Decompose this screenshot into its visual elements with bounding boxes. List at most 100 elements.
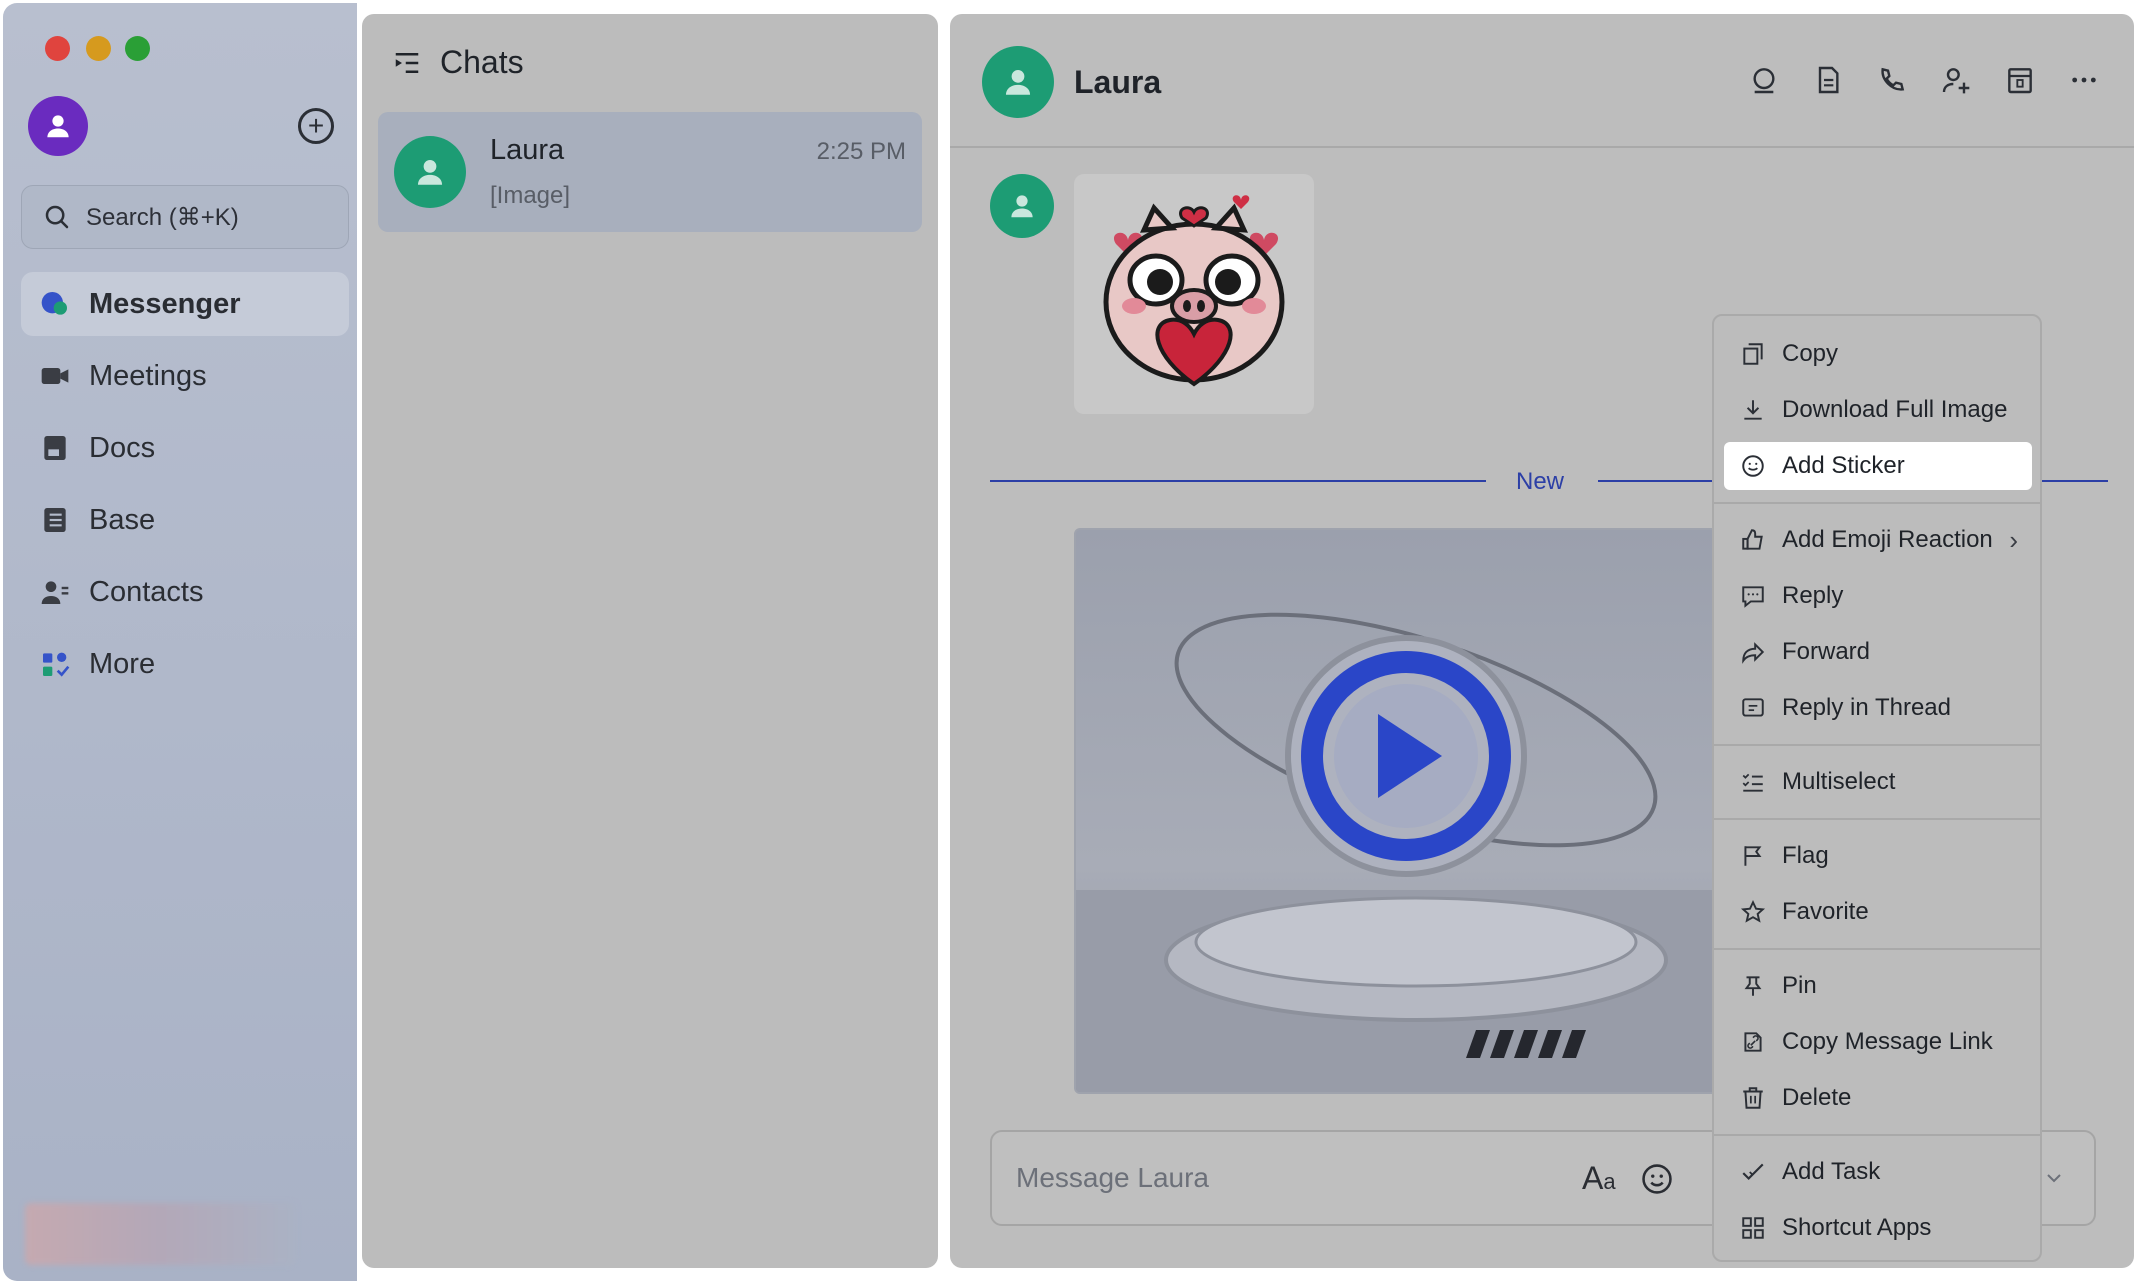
emoji-icon[interactable] [1640, 1162, 1674, 1196]
docs-icon [39, 432, 71, 464]
chats-header: Chats [392, 44, 524, 81]
search-input[interactable]: Search (⌘+K) [21, 185, 349, 249]
sidebar-item-label: Contacts [89, 575, 204, 608]
menu-item-label: Reply [1782, 582, 1844, 609]
menu-item-multiselect[interactable]: Multiselect [1724, 758, 2032, 806]
sticker-icon [1740, 453, 1766, 479]
menu-item-favorite[interactable]: Favorite [1724, 888, 2032, 936]
menu-separator [1714, 1134, 2040, 1136]
apps-grid-icon [1740, 1215, 1766, 1241]
person-icon [1011, 195, 1033, 218]
sidebar-item-base[interactable]: Base [21, 488, 349, 552]
sidebar-item-docs[interactable]: Docs [21, 416, 349, 480]
menu-separator [1714, 502, 2040, 504]
menu-item-label: Favorite [1782, 898, 1869, 925]
maximize-window-button[interactable] [125, 36, 150, 61]
menu-item-label: Multiselect [1782, 768, 1896, 795]
person-icon [47, 115, 69, 138]
menu-item-download-full-image[interactable]: Download Full Image [1724, 386, 2032, 434]
reply-icon [1740, 583, 1766, 609]
menu-item-add-task[interactable]: Add Task [1724, 1148, 2032, 1196]
search-icon [45, 205, 69, 229]
close-window-button[interactable] [45, 36, 70, 61]
chat-time: 2:25 PM [816, 138, 906, 165]
contact-avatar[interactable] [982, 46, 1054, 118]
menu-item-label: Pin [1782, 972, 1817, 999]
sidebar-item-label: Meetings [89, 359, 207, 392]
sidebar-item-meetings[interactable]: Meetings [21, 344, 349, 408]
thread-icon [1740, 695, 1766, 721]
chevron-right-icon: › [2009, 524, 2018, 555]
composer-placeholder: Message Laura [1016, 1162, 1210, 1193]
new-divider-left [990, 480, 1486, 482]
base-icon [39, 504, 71, 536]
menu-item-label: Forward [1782, 638, 1871, 665]
sidebar-item-label: Messenger [89, 287, 241, 320]
call-icon[interactable] [1874, 62, 1910, 98]
sidebar-item-label: Base [89, 503, 156, 536]
menu-item-copy-message-link[interactable]: Copy Message Link [1724, 1018, 2032, 1066]
messenger-icon [39, 288, 71, 320]
task-icon [1740, 1159, 1766, 1185]
more-icon[interactable] [2066, 62, 2102, 98]
menu-item-reply-in-thread[interactable]: Reply in Thread [1724, 684, 2032, 732]
video-camera-icon [39, 360, 71, 392]
copy-icon [1740, 341, 1766, 367]
download-icon [1740, 397, 1766, 423]
menu-item-delete[interactable]: Delete [1724, 1074, 2032, 1122]
contacts-icon [39, 576, 71, 608]
chats-panel: Chats Laura [Image] 2:25 PM [362, 14, 938, 1268]
create-new-button[interactable]: + [298, 108, 334, 144]
search-placeholder: Search (⌘+K) [86, 203, 239, 231]
more-apps-icon [39, 648, 71, 680]
menu-item-label: Delete [1782, 1084, 1852, 1111]
person-icon [1005, 69, 1031, 95]
pin-icon [1740, 973, 1766, 999]
conversation-title: Laura [1074, 64, 1162, 100]
menu-item-copy[interactable]: Copy [1724, 330, 2032, 378]
menu-item-label: Copy Message Link [1782, 1028, 1993, 1055]
sticker-image[interactable] [1074, 174, 1314, 414]
menu-item-label: Add Task [1782, 1158, 1881, 1185]
minimize-window-button[interactable] [86, 36, 111, 61]
menu-item-shortcut-apps[interactable]: Shortcut Apps [1724, 1204, 2032, 1252]
menu-item-add-emoji-reaction[interactable]: Add Emoji Reaction › [1724, 516, 2032, 564]
conversation-header: Laura [950, 14, 2134, 148]
menu-item-forward[interactable]: Forward [1724, 628, 2032, 676]
collapse-list-icon[interactable] [392, 48, 422, 78]
sender-avatar[interactable] [990, 174, 1054, 238]
menu-item-add-sticker[interactable]: Add Sticker [1724, 442, 2032, 490]
sidebar-item-messenger[interactable]: Messenger [21, 272, 349, 336]
chat-list-item[interactable]: Laura [Image] 2:25 PM [378, 112, 922, 232]
text-format-icon[interactable]: Aa [1582, 1160, 1616, 1197]
sidebar-item-label: More [89, 647, 156, 680]
search-chat-icon[interactable] [1746, 62, 1782, 98]
sidebar-item-contacts[interactable]: Contacts [21, 560, 349, 624]
person-icon [417, 159, 443, 185]
menu-item-reply[interactable]: Reply [1724, 572, 2032, 620]
menu-item-flag[interactable]: Flag [1724, 832, 2032, 880]
chevron-down-icon[interactable] [2042, 1166, 2066, 1190]
menu-item-pin[interactable]: Pin [1724, 962, 2032, 1010]
trash-icon [1740, 1085, 1766, 1111]
sidebar-item-more[interactable]: More [21, 632, 349, 696]
chats-title: Chats [440, 44, 524, 80]
chat-name: Laura [490, 134, 565, 166]
menu-item-label: Shortcut Apps [1782, 1214, 1932, 1241]
sidebar-item-label: Docs [89, 431, 156, 464]
menu-item-label: Download Full Image [1782, 396, 2008, 423]
menu-separator [1714, 818, 2040, 820]
menu-item-label: Copy [1782, 340, 1839, 367]
calendar-icon[interactable] [2002, 62, 2038, 98]
menu-separator [1714, 744, 2040, 746]
menu-separator [1714, 948, 2040, 950]
user-avatar[interactable] [28, 96, 88, 156]
menu-item-label: Add Sticker [1782, 452, 1905, 479]
composer-tools: Aa [1582, 1160, 1674, 1197]
menu-item-label: Add Emoji Reaction [1782, 526, 1993, 553]
message-context-menu: Copy Download Full Image Add Sticker Add… [1712, 314, 2042, 1262]
add-member-icon[interactable] [1938, 62, 1974, 98]
forward-icon [1740, 639, 1766, 665]
doc-icon[interactable] [1810, 62, 1846, 98]
menu-item-label: Flag [1782, 842, 1829, 869]
